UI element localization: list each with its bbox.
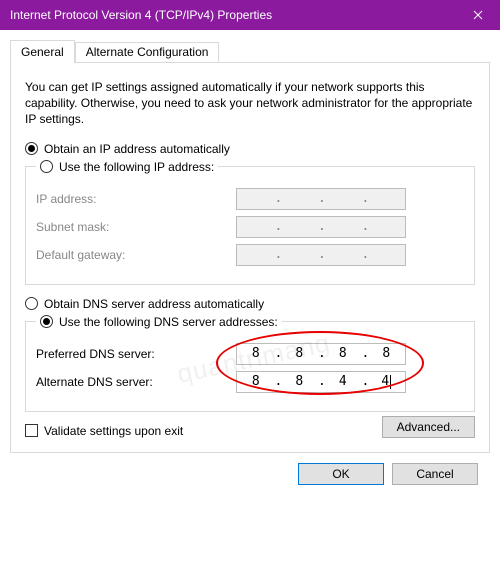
alternate-dns-label: Alternate DNS server:: [36, 375, 236, 389]
radio-ip-auto-label: Obtain an IP address automatically: [44, 142, 230, 156]
radio-ip-manual-label: Use the following IP address:: [59, 160, 214, 174]
radio-icon: [25, 142, 38, 155]
checkbox-icon: [25, 424, 38, 437]
default-gateway-label: Default gateway:: [36, 248, 236, 262]
radio-dns-manual-label: Use the following DNS server addresses:: [59, 315, 278, 329]
ip-address-input: ...: [236, 188, 406, 210]
radio-icon: [40, 160, 53, 173]
text-caret: [390, 375, 391, 389]
advanced-button[interactable]: Advanced...: [382, 416, 475, 438]
preferred-dns-label: Preferred DNS server:: [36, 347, 236, 361]
general-tab-panel: You can get IP settings assigned automat…: [10, 62, 490, 453]
subnet-mask-input: ...: [236, 216, 406, 238]
window-title: Internet Protocol Version 4 (TCP/IPv4) P…: [10, 8, 455, 22]
close-button[interactable]: [455, 0, 500, 30]
dialog-footer: OK Cancel: [10, 453, 490, 485]
dns-manual-group: Use the following DNS server addresses: …: [25, 315, 475, 412]
radio-dns-auto[interactable]: Obtain DNS server address automatically: [25, 297, 475, 311]
radio-ip-auto[interactable]: Obtain an IP address automatically: [25, 142, 475, 156]
ip-address-label: IP address:: [36, 192, 236, 206]
radio-ip-manual[interactable]: Use the following IP address:: [40, 160, 214, 174]
title-bar: Internet Protocol Version 4 (TCP/IPv4) P…: [0, 0, 500, 30]
subnet-mask-label: Subnet mask:: [36, 220, 236, 234]
intro-text: You can get IP settings assigned automat…: [25, 79, 475, 128]
preferred-dns-input[interactable]: 8. 8. 8. 8: [236, 343, 406, 365]
close-icon: [473, 10, 483, 20]
ok-button[interactable]: OK: [298, 463, 384, 485]
default-gateway-input: ...: [236, 244, 406, 266]
ip-manual-group: Use the following IP address: IP address…: [25, 160, 475, 285]
tab-general[interactable]: General: [10, 40, 75, 63]
cancel-button[interactable]: Cancel: [392, 463, 478, 485]
radio-icon: [40, 315, 53, 328]
radio-dns-manual[interactable]: Use the following DNS server addresses:: [40, 315, 278, 329]
radio-dns-auto-label: Obtain DNS server address automatically: [44, 297, 264, 311]
alternate-dns-input[interactable]: 8. 8. 4. 4: [236, 371, 406, 393]
validate-label: Validate settings upon exit: [44, 424, 183, 438]
tab-strip: General Alternate Configuration: [10, 40, 490, 63]
tab-alternate-configuration[interactable]: Alternate Configuration: [75, 42, 220, 63]
radio-icon: [25, 297, 38, 310]
